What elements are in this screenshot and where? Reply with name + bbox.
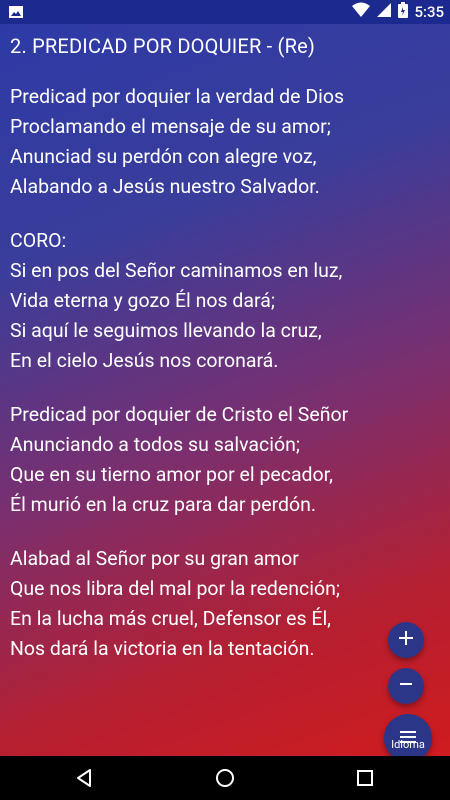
zoom-in-button[interactable] xyxy=(388,622,424,658)
stanza-3: Alabad al Señor por su gran amor Que nos… xyxy=(10,544,440,664)
chorus-label: CORO: xyxy=(10,229,67,252)
wifi-icon xyxy=(352,2,371,22)
lyric-line: Vida eterna y gozo Él nos dará; xyxy=(10,289,275,312)
lyric-line: Predicad por doquier de Cristo el Señor xyxy=(10,403,349,426)
lyric-line: Alabando a Jesús nuestro Salvador. xyxy=(10,175,320,198)
minus-icon xyxy=(398,676,414,696)
lyrics: Predicad por doquier la verdad de Dios P… xyxy=(10,82,440,688)
image-icon xyxy=(8,4,24,20)
language-label: Idioma xyxy=(391,738,425,751)
status-bar: 5:35 xyxy=(0,0,450,24)
plus-icon xyxy=(398,630,414,650)
lyric-line: Alabad al Señor por su gran amor xyxy=(10,547,299,570)
status-icons: 5:35 xyxy=(352,0,444,24)
song-title: 2. PREDICAD POR DOQUIER - (Re) xyxy=(10,34,316,58)
zoom-out-button[interactable] xyxy=(388,668,424,704)
stanza-1: Predicad por doquier la verdad de Dios P… xyxy=(10,82,440,202)
lyric-line: Anunciando a todos su salvación; xyxy=(10,433,300,456)
lyric-line: En la lucha más cruel, Defensor es Él, xyxy=(10,607,332,630)
lyric-line: En el cielo Jesús nos coronará. xyxy=(10,349,279,372)
lyric-line: Nos dará la victoria en la tentación. xyxy=(10,637,315,660)
lyric-line: Anunciad su perdón con alegre voz, xyxy=(10,145,317,168)
lyric-line: Que nos libra del mal por la redención; xyxy=(10,577,340,600)
lyric-line: Proclamando el mensaje de su amor; xyxy=(10,115,331,138)
stanza-2: Predicad por doquier de Cristo el Señor … xyxy=(10,400,440,520)
back-icon[interactable] xyxy=(73,766,97,790)
lyric-line: Él murió en la cruz para dar perdón. xyxy=(10,493,317,516)
home-icon[interactable] xyxy=(213,766,237,790)
signal-icon xyxy=(376,2,392,22)
lyric-line: Que en su tierno amor por el pecador, xyxy=(10,463,333,486)
recents-icon[interactable] xyxy=(353,766,377,790)
lyric-line: Predicad por doquier la verdad de Dios xyxy=(10,85,345,108)
chorus: CORO: Si en pos del Señor caminamos en l… xyxy=(10,226,440,376)
song-view[interactable]: 2. PREDICAD POR DOQUIER - (Re) Predicad … xyxy=(0,24,450,756)
lyric-line: Si en pos del Señor caminamos en luz, xyxy=(10,259,343,282)
battery-icon xyxy=(398,2,409,22)
status-time: 5:35 xyxy=(414,3,444,21)
navigation-bar xyxy=(0,756,450,800)
lyric-line: Si aquí le seguimos llevando la cruz, xyxy=(10,319,322,342)
